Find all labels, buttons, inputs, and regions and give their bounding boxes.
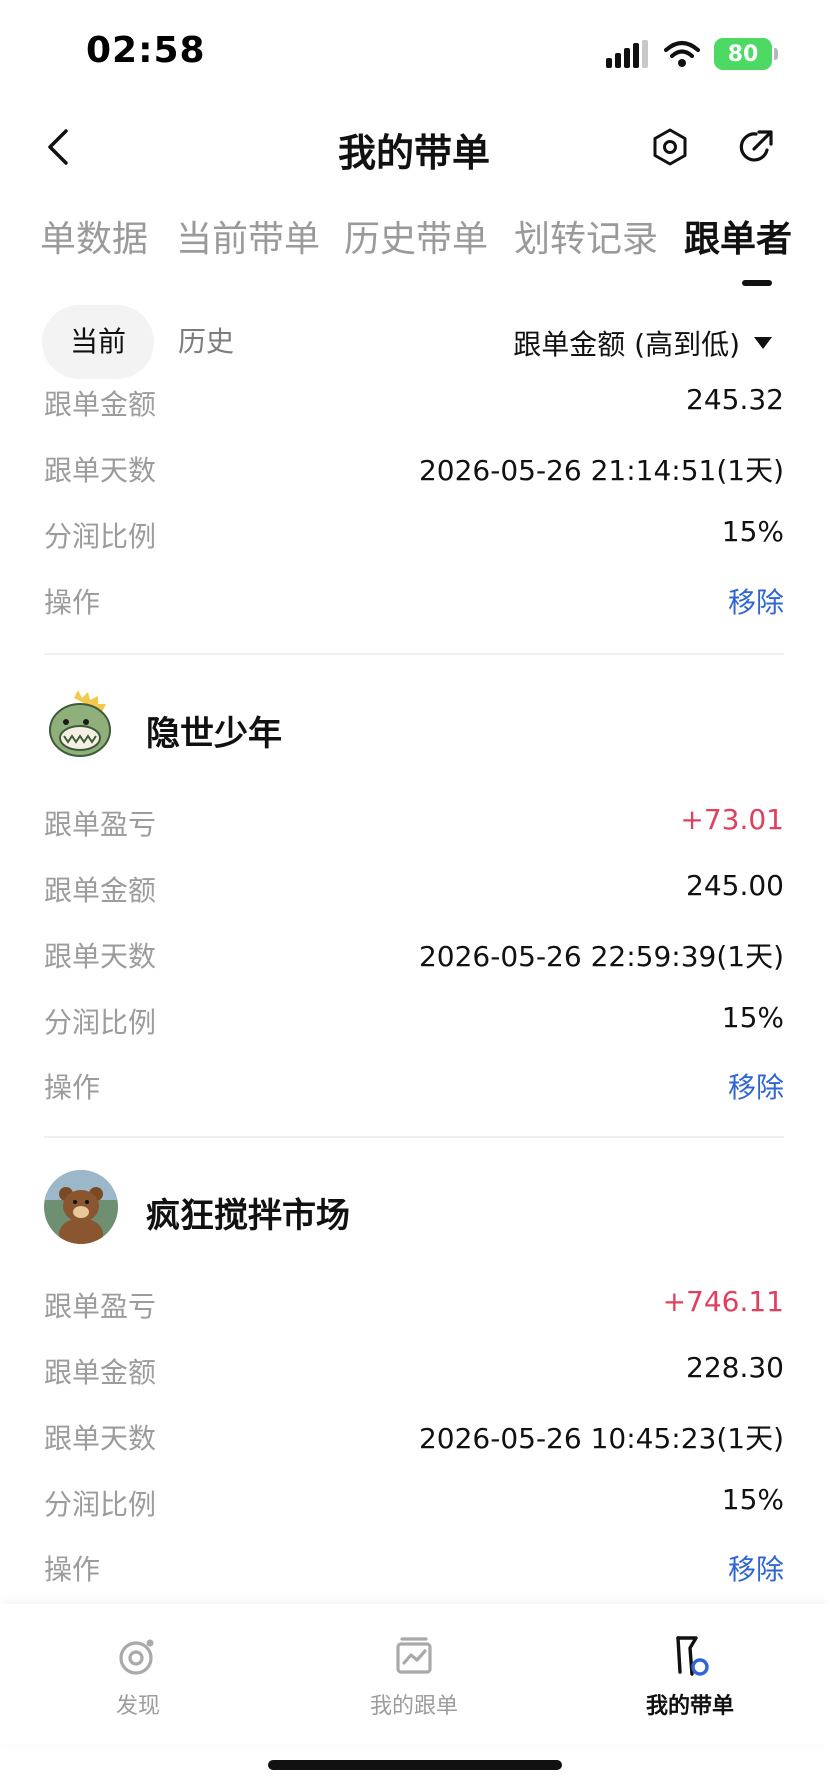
row-label: 分润比例 bbox=[44, 1006, 157, 1039]
bottom-nav-discover[interactable]: 发现 bbox=[38, 1634, 238, 1720]
row-label: 操作 bbox=[44, 1553, 101, 1586]
battery-level: 80 bbox=[727, 41, 759, 67]
info-row: 操作 移除 bbox=[44, 1066, 784, 1106]
status-icons: 80 bbox=[606, 38, 778, 70]
info-row: 跟单天数 2026-05-26 10:45:23(1天) bbox=[44, 1417, 784, 1457]
row-label: 分润比例 bbox=[44, 520, 157, 553]
info-row: 分润比例 15% bbox=[44, 515, 784, 555]
bear-avatar-icon bbox=[44, 1170, 118, 1244]
row-label: 分润比例 bbox=[44, 1488, 157, 1521]
flag-icon bbox=[676, 1636, 709, 1676]
info-row: 跟单天数 2026-05-26 21:14:51(1天) bbox=[44, 449, 784, 489]
row-value: 2026-05-26 22:59:39(1天) bbox=[418, 940, 784, 973]
info-row: 操作 移除 bbox=[44, 1548, 784, 1588]
follower-header[interactable]: 隐世少年 bbox=[44, 688, 784, 768]
share-icon bbox=[739, 130, 773, 162]
follower-name: 疯狂搅拌市场 bbox=[146, 1196, 350, 1236]
tab-bar: 单数据 当前带单 历史带单 划转记录 跟单者 bbox=[0, 210, 828, 290]
info-row: 跟单金额 245.00 bbox=[44, 869, 784, 909]
bottom-nav-my-follow[interactable]: 我的跟单 bbox=[314, 1634, 514, 1720]
row-label: 跟单金额 bbox=[44, 388, 157, 421]
caret-down-icon bbox=[754, 337, 772, 349]
row-label: 跟单天数 bbox=[44, 1422, 157, 1455]
info-row: 跟单盈亏 +746.11 bbox=[44, 1285, 784, 1325]
info-row: 跟单盈亏 +73.01 bbox=[44, 803, 784, 843]
row-label: 跟单盈亏 bbox=[44, 808, 157, 841]
remove-button[interactable]: 移除 bbox=[728, 581, 784, 621]
discover-icon bbox=[119, 1639, 154, 1675]
bottom-nav-label: 我的跟单 bbox=[369, 1694, 458, 1719]
info-row: 跟单金额 228.30 bbox=[44, 1351, 784, 1391]
wifi-icon bbox=[664, 41, 700, 67]
avatar bbox=[44, 1170, 118, 1244]
row-value: 15% bbox=[721, 515, 784, 548]
divider bbox=[44, 653, 784, 655]
row-value: 245.32 bbox=[686, 383, 784, 416]
page-title: 我的带单 bbox=[337, 131, 490, 175]
share-button[interactable] bbox=[734, 124, 778, 170]
tab-order-data[interactable]: 单数据 bbox=[40, 210, 148, 262]
row-label: 跟单金额 bbox=[44, 874, 157, 907]
sort-label: 跟单金额 (高到低) bbox=[513, 328, 740, 361]
follower-name: 隐世少年 bbox=[146, 714, 282, 754]
bottom-nav-label: 发现 bbox=[115, 1694, 160, 1719]
bottom-nav: 发现 我的跟单 我的带单 bbox=[0, 1604, 828, 1744]
chart-icon bbox=[396, 1637, 432, 1674]
tab-followers[interactable]: 跟单者 bbox=[684, 210, 792, 262]
avatar bbox=[44, 688, 118, 762]
row-label: 跟单金额 bbox=[44, 1356, 157, 1389]
row-label: 操作 bbox=[44, 586, 101, 619]
follower-header[interactable]: 疯狂搅拌市场 bbox=[44, 1170, 784, 1250]
status-time: 02:58 bbox=[86, 30, 206, 71]
row-value: 228.30 bbox=[686, 1351, 784, 1384]
nav-header: 我的带单 bbox=[0, 112, 828, 182]
remove-button[interactable]: 移除 bbox=[728, 1548, 784, 1588]
row-label: 跟单天数 bbox=[44, 940, 157, 973]
cellular-signal-icon bbox=[606, 40, 648, 68]
filter-current-button[interactable]: 当前 bbox=[42, 305, 155, 379]
row-value: 245.00 bbox=[686, 869, 784, 902]
home-indicator[interactable] bbox=[268, 1760, 562, 1770]
info-row: 分润比例 15% bbox=[44, 1483, 784, 1523]
info-row: 跟单金额 245.32 bbox=[44, 383, 784, 423]
battery-indicator: 80 bbox=[714, 38, 778, 70]
info-row: 跟单天数 2026-05-26 22:59:39(1天) bbox=[44, 935, 784, 975]
row-value: 2026-05-26 21:14:51(1天) bbox=[418, 454, 784, 487]
tab-current-orders[interactable]: 当前带单 bbox=[176, 210, 320, 262]
row-value: 2026-05-26 10:45:23(1天) bbox=[418, 1422, 784, 1455]
tab-history-orders[interactable]: 历史带单 bbox=[344, 210, 488, 262]
info-row: 分润比例 15% bbox=[44, 1001, 784, 1041]
pnl-value: +73.01 bbox=[680, 803, 784, 836]
bottom-nav-my-lead[interactable]: 我的带单 bbox=[590, 1634, 790, 1720]
row-label: 跟单盈亏 bbox=[44, 1290, 157, 1323]
row-label: 跟单天数 bbox=[44, 454, 157, 487]
filter-history-button[interactable]: 历史 bbox=[150, 305, 262, 379]
pnl-value: +746.11 bbox=[662, 1285, 784, 1318]
row-label: 操作 bbox=[44, 1071, 101, 1104]
settings-button[interactable] bbox=[648, 124, 692, 170]
remove-button[interactable]: 移除 bbox=[728, 1066, 784, 1106]
status-bar: 02:58 80 bbox=[0, 0, 828, 110]
dinosaur-avatar-icon bbox=[44, 688, 118, 762]
tab-transfer-records[interactable]: 划转记录 bbox=[514, 210, 658, 262]
tab-active-indicator bbox=[742, 280, 772, 286]
sort-dropdown[interactable]: 跟单金额 (高到低) bbox=[513, 323, 772, 363]
filter-bar: 当前 历史 跟单金额 (高到低) bbox=[0, 305, 828, 379]
row-value: 15% bbox=[721, 1001, 784, 1034]
info-row: 操作 移除 bbox=[44, 581, 784, 621]
divider bbox=[44, 1136, 784, 1138]
row-value: 15% bbox=[721, 1483, 784, 1516]
gear-icon bbox=[653, 128, 687, 166]
bottom-nav-label: 我的带单 bbox=[645, 1694, 734, 1719]
